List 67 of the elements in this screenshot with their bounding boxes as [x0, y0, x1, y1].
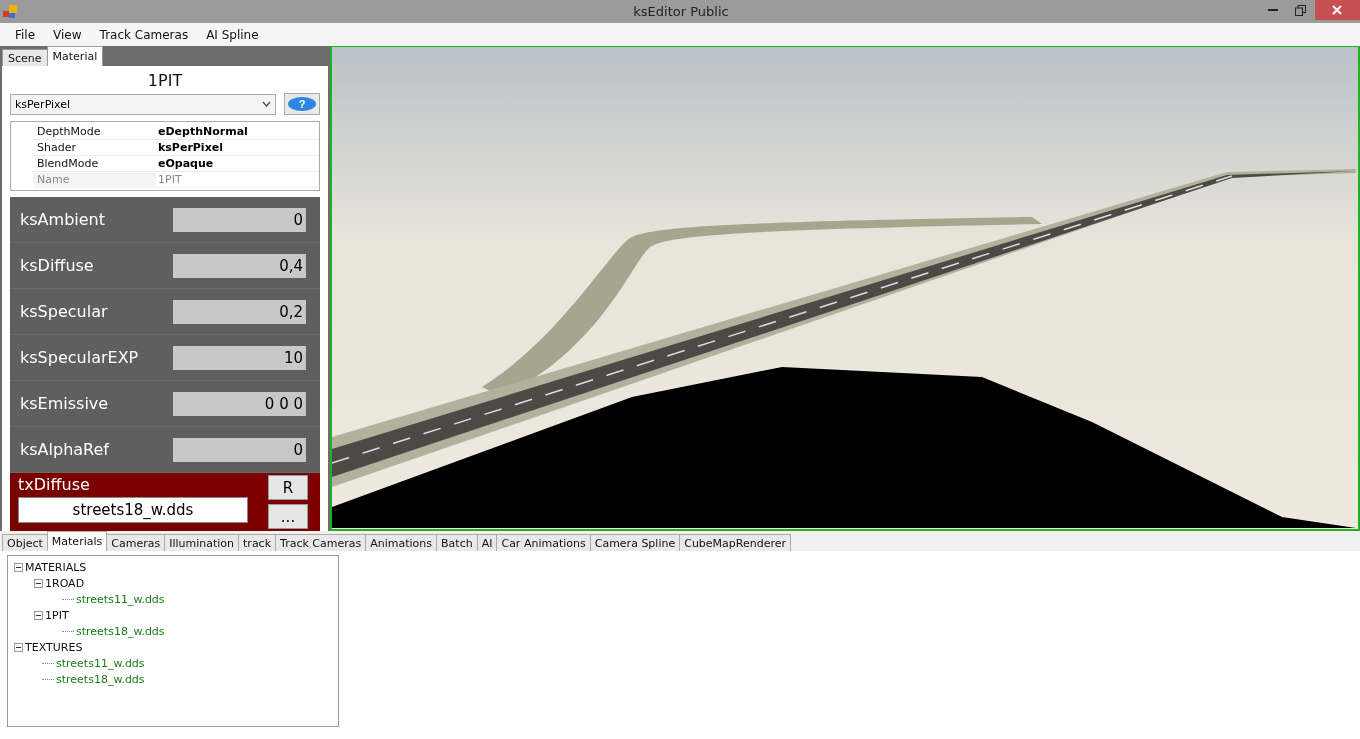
menu-item[interactable]: View — [44, 27, 91, 42]
texture-button[interactable]: R — [268, 475, 308, 500]
tree-item[interactable]: streets11_w.dds — [56, 656, 145, 670]
parameter-label: ksSpecular — [20, 302, 108, 321]
property-value: eDepthNormal — [157, 125, 249, 138]
minimize-icon — [1268, 9, 1278, 11]
help-button[interactable]: ? — [284, 93, 320, 115]
parameter-label: ksAlphaRef — [20, 440, 109, 459]
material-name: 1PIT — [146, 70, 184, 92]
texture-button[interactable]: ... — [268, 504, 308, 529]
window-title: ksEditor Public — [632, 4, 729, 19]
property-name: DepthMode — [36, 125, 102, 138]
tree-item[interactable]: 1PIT — [45, 608, 69, 622]
property-value: ksPerPixel — [157, 141, 224, 154]
parameter-field[interactable]: 10 — [173, 345, 306, 370]
bottom-tab[interactable]: Materials — [46, 531, 108, 551]
collapse-toggle[interactable] — [34, 578, 43, 588]
parameter-field[interactable]: 0 0 0 — [173, 391, 306, 416]
panel-tab[interactable]: Material — [46, 46, 104, 66]
bottom-tab[interactable]: Camera Spline — [589, 534, 681, 551]
parameter-label: ksAmbient — [20, 210, 105, 229]
parameter-field[interactable]: 0,2 — [173, 299, 306, 324]
tree-item[interactable]: MATERIALS — [25, 560, 87, 574]
app-icon — [3, 4, 17, 19]
property-name: Shader — [36, 141, 77, 154]
collapse-toggle[interactable] — [14, 642, 23, 652]
bottom-tab[interactable]: Illumination — [164, 534, 240, 551]
menu-item[interactable]: Track Cameras — [90, 27, 198, 42]
parameter-field[interactable]: 0,4 — [173, 253, 306, 278]
parameter-label: ksEmissive — [20, 394, 109, 413]
parameter-label: ksDiffuse — [20, 256, 94, 275]
collapse-toggle[interactable] — [34, 610, 43, 620]
parameter-field[interactable]: 0 — [173, 437, 306, 462]
parameter-field[interactable]: 0 — [173, 207, 306, 232]
bottom-tab[interactable]: Track Cameras — [275, 534, 367, 551]
menu-item[interactable]: File — [6, 27, 45, 42]
restore-icon — [1295, 4, 1307, 16]
collapse-toggle[interactable] — [14, 562, 23, 572]
tree-item[interactable]: TEXTURES — [25, 640, 83, 654]
property-name: Name — [33, 173, 156, 186]
parameter-label: ksSpecularEXP — [20, 348, 139, 367]
minus-icon — [16, 646, 21, 648]
tree-item[interactable]: streets18_w.dds — [56, 672, 145, 686]
shader-dropdown[interactable]: ksPerPixel — [10, 93, 276, 115]
property-name: BlendMode — [36, 157, 100, 170]
texture-slot-label: txDiffuse — [18, 475, 91, 494]
tree-item[interactable]: 1ROAD — [45, 576, 85, 590]
tree-item[interactable]: streets11_w.dds — [76, 592, 165, 606]
bottom-tab[interactable]: track — [238, 534, 277, 551]
caret-icon — [262, 101, 271, 107]
bottom-tab[interactable]: Animations — [365, 534, 438, 551]
texture-file-field[interactable]: streets18_w.dds — [18, 497, 248, 523]
bottom-tab[interactable]: Batch — [436, 534, 478, 551]
close-icon — [1332, 5, 1343, 15]
property-value: 1PIT — [157, 173, 183, 186]
property-value: eOpaque — [157, 157, 215, 170]
bottom-tab[interactable]: Object — [2, 534, 48, 551]
panel-tab[interactable]: Scene — [2, 49, 48, 66]
bottom-tab[interactable]: Car Animations — [496, 534, 591, 551]
minus-icon — [36, 582, 41, 584]
menu-item[interactable]: AI Spline — [197, 27, 268, 42]
bottom-tab[interactable]: Cameras — [106, 534, 166, 551]
bottom-tab[interactable]: CubeMapRenderer — [679, 534, 792, 551]
tree-item[interactable]: streets18_w.dds — [76, 624, 165, 638]
minus-icon — [16, 566, 21, 568]
close-button[interactable] — [1315, 0, 1360, 20]
minus-icon — [36, 614, 41, 616]
